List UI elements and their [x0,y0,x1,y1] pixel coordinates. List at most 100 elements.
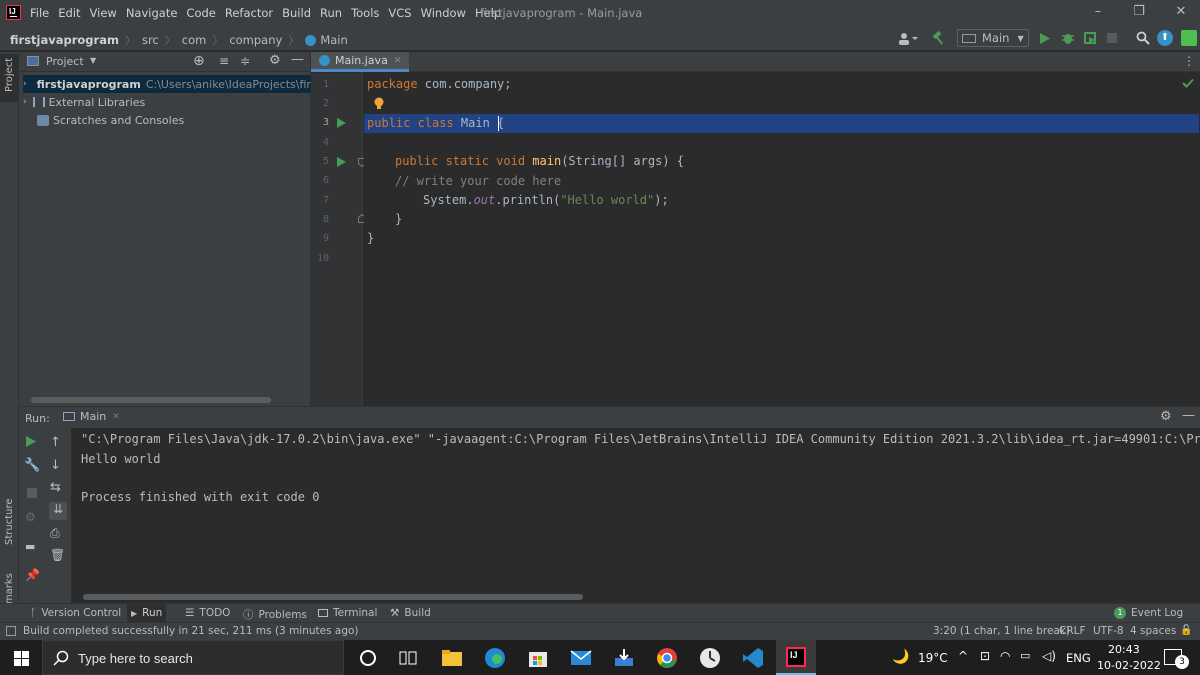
battery-icon[interactable]: ▭ [1020,649,1030,662]
tab-version-control[interactable]: ᚴ Version Control [30,607,121,619]
search-icon[interactable] [1136,31,1150,45]
lock-icon[interactable]: 🔓 [1180,625,1192,636]
collapse-all-icon[interactable]: ≑ [240,54,250,68]
plugin-icon[interactable] [1181,30,1197,46]
menu-code[interactable]: Code [186,6,215,20]
windows-start-icon[interactable] [14,651,29,666]
menu-run[interactable]: Run [320,6,342,20]
debug-icon[interactable] [1061,31,1075,45]
indent-setting[interactable]: 4 spaces [1130,625,1176,637]
horizontal-scrollbar[interactable] [31,397,271,403]
file-explorer-icon[interactable] [440,646,464,670]
cortana-icon[interactable] [356,646,380,670]
language-indicator[interactable]: ENG [1066,651,1091,665]
vscode-icon[interactable] [741,646,765,670]
stop-icon[interactable] [1107,33,1117,43]
clock-time[interactable]: 20:43 [1108,643,1140,656]
tab-todo[interactable]: ☰ TODO [185,607,230,619]
breadcrumb-company[interactable]: company [229,33,282,47]
locate-icon[interactable]: ⊕ [193,53,205,69]
hide-panel-icon[interactable]: — [1182,408,1195,423]
weather-icon[interactable]: 🌙 [892,649,909,665]
app-tray-icon[interactable]: ⊡ [980,649,990,663]
menu-build[interactable]: Build [282,6,311,20]
code-editor[interactable]: package com.company; public class Main {… [364,73,1200,406]
menu-navigate[interactable]: Navigate [126,6,178,20]
tab-main-java[interactable]: Main.java ✕ [311,52,410,72]
close-tab-icon[interactable]: ✕ [394,56,402,66]
mail-icon[interactable] [569,646,593,670]
chevron-up-icon[interactable]: ^ [958,649,968,663]
tree-item-project[interactable]: › firstjavaprogram C:\Users\anike\IdeaPr… [23,75,344,93]
gear-icon[interactable]: ⚙ [1160,409,1172,424]
hide-panel-icon[interactable]: — [291,52,304,67]
soft-wrap-icon[interactable]: ⇆ [50,480,66,496]
breadcrumb-main[interactable]: Main [320,33,347,47]
clock-date[interactable]: 10-02-2022 [1097,659,1161,672]
status-toggle-icon[interactable] [6,626,16,636]
chevron-down-icon[interactable]: ▼ [90,56,96,65]
rerun-icon[interactable] [25,435,41,451]
project-tool-label[interactable]: Project [4,58,15,92]
weather-temperature[interactable]: 19°C [918,651,948,665]
task-view-icon[interactable] [396,646,420,670]
breadcrumb-com[interactable]: com [182,33,207,47]
expand-all-icon[interactable]: ≡ [219,54,229,68]
tree-item-scratches[interactable]: Scratches and Consoles [37,111,184,129]
line-separator[interactable]: CRLF [1059,625,1086,637]
minimize-button[interactable]: – [1090,4,1106,20]
caret-position[interactable]: 3:20 (1 char, 1 line break) [933,625,1070,637]
pin-icon[interactable]: 📌 [25,568,41,584]
scroll-to-end-icon[interactable]: ⇊ [49,502,67,520]
trash-icon[interactable]: 🗑 [50,548,66,564]
menu-view[interactable]: View [90,6,117,20]
user-icon[interactable] [898,32,918,45]
maximize-button[interactable]: ❐ [1131,4,1147,20]
build-hammer-icon[interactable] [932,31,946,45]
edge-icon[interactable] [483,646,507,670]
scroll-down-icon[interactable]: ↓ [50,458,66,474]
menu-edit[interactable]: Edit [58,6,80,20]
volume-icon[interactable]: ◁) [1042,649,1056,663]
intellij-taskbar-button[interactable]: IJ [776,640,816,675]
run-config-select[interactable]: Main ▼ [957,29,1029,47]
horizontal-scrollbar[interactable] [83,594,583,600]
scroll-up-icon[interactable]: ↑ [50,435,66,451]
checkmark-icon[interactable] [1182,78,1194,88]
menu-refactor[interactable]: Refactor [225,6,273,20]
clock-app-icon[interactable] [698,646,722,670]
close-tab-icon[interactable]: ✕ [112,412,120,422]
structure-tool-label[interactable]: Structure [4,498,15,545]
more-options-icon[interactable]: ⋮ [1183,54,1195,68]
menu-file[interactable]: File [30,6,49,20]
coverage-icon[interactable] [1083,31,1097,45]
breadcrumb-project[interactable]: firstjavaprogram [10,33,119,47]
console-output[interactable]: "C:\Program Files\Java\jdk-17.0.2\bin\ja… [71,428,1200,603]
tree-item-external-libraries[interactable]: › External Libraries [23,93,145,111]
menu-window[interactable]: Window [421,6,466,20]
update-icon[interactable]: ⬆ [1157,30,1173,46]
ij-logo[interactable]: IJ [6,5,21,20]
tab-terminal[interactable]: Terminal [318,607,377,619]
store-icon[interactable] [526,646,550,670]
close-button[interactable]: ✕ [1173,4,1189,20]
print-icon[interactable]: ⎙ [50,526,66,542]
run-tab-main[interactable]: Main ✕ [63,410,120,423]
wifi-icon[interactable]: ◠ [1000,649,1010,663]
tab-build[interactable]: ⚒ Build [390,607,431,619]
menu-vcs[interactable]: VCS [388,6,411,20]
tab-run[interactable]: ▶ Run [127,604,167,622]
chrome-icon[interactable] [655,646,679,670]
status-message[interactable]: Build completed successfully in 21 sec, … [23,625,359,637]
breadcrumb-src[interactable]: src [142,33,159,47]
file-encoding[interactable]: UTF-8 [1093,625,1124,637]
menu-tools[interactable]: Tools [351,6,379,20]
taskbar-search[interactable]: Type here to search [42,640,344,675]
tab-problems[interactable]: ⓘ Problems [243,607,307,622]
installer-icon[interactable] [612,646,636,670]
stop-icon[interactable] [27,488,37,498]
run-method-icon[interactable] [337,157,346,167]
event-log-button[interactable]: 1 Event Log [1114,607,1183,619]
gear-icon[interactable]: ⚙ [269,53,281,68]
bulb-icon[interactable] [374,97,384,110]
